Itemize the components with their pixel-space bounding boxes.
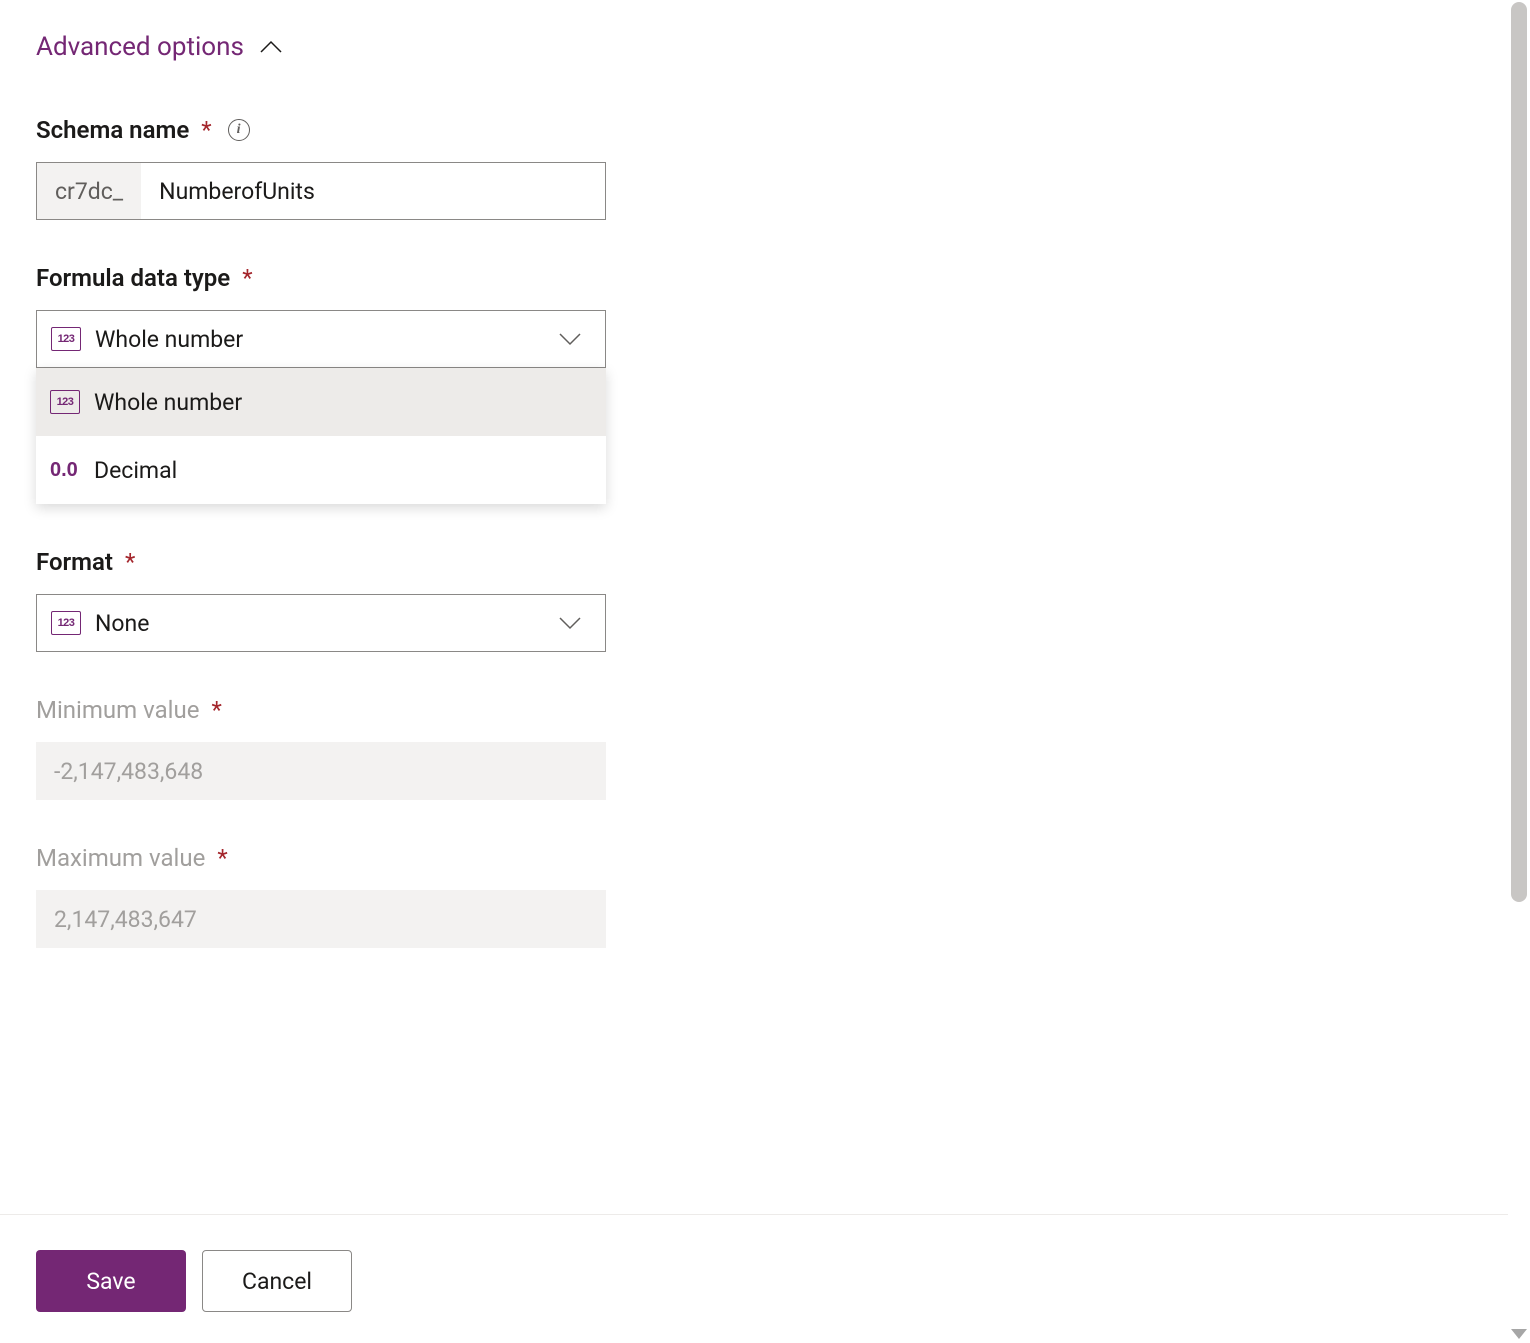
- maximum-value-label: Maximum value: [36, 844, 205, 872]
- required-indicator: *: [125, 548, 135, 576]
- minimum-value-label-row: Minimum value *: [36, 696, 584, 724]
- schema-name-field: Schema name * i cr7dc_: [36, 116, 584, 220]
- schema-name-input-group: cr7dc_: [36, 162, 606, 220]
- formula-data-type-field: Formula data type * 123 Whole number 123…: [36, 264, 584, 368]
- chevron-up-icon: [260, 40, 282, 54]
- schema-name-input[interactable]: [141, 163, 605, 219]
- whole-number-icon: 123: [51, 611, 81, 635]
- maximum-value-label-row: Maximum value *: [36, 844, 584, 872]
- format-label: Format: [36, 548, 113, 576]
- scrollbar-track[interactable]: [1508, 0, 1530, 1343]
- schema-name-label-row: Schema name * i: [36, 116, 584, 144]
- minimum-value-field: Minimum value *: [36, 696, 584, 800]
- maximum-value-input: [36, 890, 606, 948]
- minimum-value-input: [36, 742, 606, 800]
- option-decimal[interactable]: 0.0 Decimal: [36, 436, 606, 504]
- footer-separator: [0, 1214, 1508, 1215]
- formula-data-type-listbox: 123 Whole number 0.0 Decimal: [36, 368, 606, 504]
- formula-data-type-label: Formula data type: [36, 264, 230, 292]
- format-trigger[interactable]: 123 None: [36, 594, 606, 652]
- save-button[interactable]: Save: [36, 1250, 186, 1312]
- whole-number-icon: 123: [51, 327, 81, 351]
- scrollbar-down-arrow-icon[interactable]: [1511, 1329, 1527, 1339]
- cancel-button[interactable]: Cancel: [202, 1250, 352, 1312]
- advanced-options-label: Advanced options: [36, 32, 244, 62]
- decimal-icon: 0.0: [50, 459, 80, 482]
- required-indicator: *: [211, 696, 221, 724]
- option-label: Whole number: [94, 389, 242, 416]
- minimum-value-label: Minimum value: [36, 696, 199, 724]
- format-combobox: 123 None: [36, 594, 606, 652]
- chevron-down-icon: [559, 332, 581, 346]
- whole-number-icon: 123: [50, 390, 80, 414]
- chevron-down-icon: [559, 616, 581, 630]
- footer-actions: Save Cancel: [36, 1250, 352, 1312]
- formula-data-type-label-row: Formula data type *: [36, 264, 584, 292]
- option-label: Decimal: [94, 457, 177, 484]
- formula-data-type-combobox: 123 Whole number 123 Whole number 0.0 De…: [36, 310, 606, 368]
- format-field: Format * 123 None: [36, 548, 584, 652]
- maximum-value-field: Maximum value *: [36, 844, 584, 948]
- schema-prefix: cr7dc_: [37, 163, 141, 219]
- option-whole-number[interactable]: 123 Whole number: [36, 368, 606, 436]
- advanced-options-toggle[interactable]: Advanced options: [36, 32, 282, 62]
- required-indicator: *: [201, 116, 211, 144]
- formula-data-type-selected: Whole number: [95, 326, 243, 353]
- required-indicator: *: [242, 264, 252, 292]
- format-selected: None: [95, 610, 149, 637]
- info-icon[interactable]: i: [228, 119, 250, 141]
- scrollbar-thumb[interactable]: [1511, 2, 1527, 902]
- required-indicator: *: [217, 844, 227, 872]
- schema-name-label: Schema name: [36, 116, 189, 144]
- formula-data-type-trigger[interactable]: 123 Whole number: [36, 310, 606, 368]
- format-label-row: Format *: [36, 548, 584, 576]
